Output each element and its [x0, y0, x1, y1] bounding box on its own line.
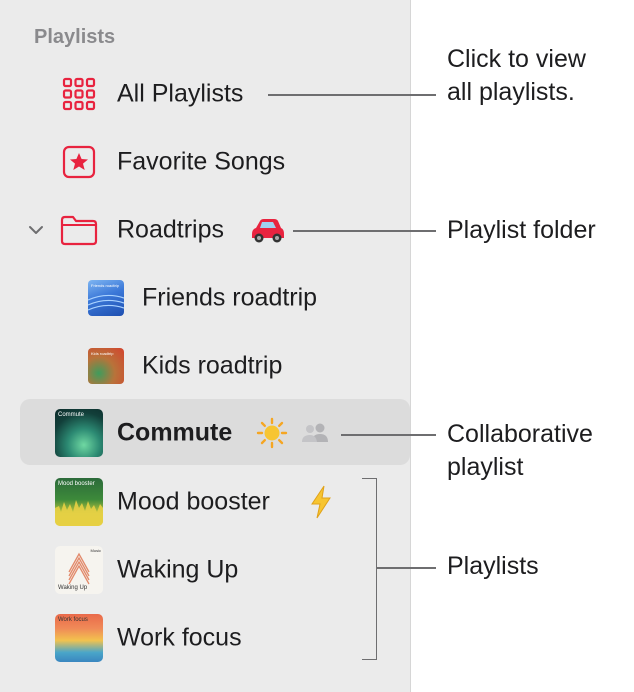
callout-leader-playlists	[377, 567, 436, 569]
artwork-title: Work focus	[58, 617, 88, 623]
callout-all-playlists: Click to view all playlists.	[447, 43, 586, 109]
playlist-artwork: Commute	[55, 409, 103, 457]
chevron-down-icon[interactable]	[27, 221, 45, 239]
callout-bracket-playlists	[362, 478, 377, 660]
playlist-artwork: Friends roadtrip	[88, 280, 124, 316]
callout-line: playlist	[447, 453, 524, 481]
section-title: Playlists	[34, 26, 116, 48]
callout-folder: Playlist folder	[447, 216, 596, 244]
artwork-title: Friends roadtrip	[91, 283, 120, 288]
sidebar-item-label: Mood booster	[117, 487, 270, 516]
sidebar-item-label: Commute	[117, 418, 233, 447]
grid-icon	[62, 77, 96, 111]
sidebar-item-label: Waking Up	[117, 555, 239, 584]
sidebar-item-label: Roadtrips	[117, 215, 224, 244]
sidebar: Playlists All Playlists Favorite Songs R…	[0, 0, 411, 692]
sidebar-item-commute[interactable]: Commute Commute	[0, 399, 411, 467]
playlist-artwork: Mood booster	[55, 478, 103, 526]
sidebar-item-mood-booster[interactable]: Mood booster Mood booster	[0, 468, 411, 536]
sidebar-item-favorite-songs[interactable]: Favorite Songs	[0, 128, 411, 196]
artwork-title: Commute	[58, 412, 85, 418]
artwork-title: Mood booster	[58, 481, 95, 487]
callout-leader-folder	[293, 230, 436, 232]
sidebar-item-work-focus[interactable]: Work focus Work focus	[0, 604, 411, 672]
sidebar-item-waking-up[interactable]: Waking Up Music Waking Up	[0, 536, 411, 604]
sidebar-item-label: All Playlists	[117, 79, 244, 108]
sun-icon	[256, 417, 288, 449]
callout-line: Click to view	[447, 45, 586, 73]
sidebar-item-label: Friends roadtrip	[142, 283, 318, 312]
sidebar-item-kids-roadtrip[interactable]: Kids roadtrip Kids roadtrip	[0, 332, 411, 400]
people-icon	[299, 422, 331, 444]
folder-icon	[59, 214, 99, 246]
callout-line: Collaborative	[447, 420, 593, 448]
artwork-title: Kids roadtrip	[91, 351, 114, 356]
playlist-artwork: Kids roadtrip	[88, 348, 124, 384]
sidebar-item-friends-roadtrip[interactable]: Friends roadtrip Friends roadtrip	[0, 264, 411, 332]
playlist-artwork: Waking Up Music	[55, 546, 103, 594]
callout-leader-collaborative	[341, 434, 436, 436]
callout-line: all playlists.	[447, 78, 575, 106]
car-icon	[248, 215, 286, 245]
sidebar-item-label: Kids roadtrip	[142, 351, 283, 380]
artwork-title: Waking Up	[58, 585, 88, 591]
playlist-artwork: Work focus	[55, 614, 103, 662]
sidebar-item-label: Work focus	[117, 623, 242, 652]
callout-playlists: Playlists	[447, 552, 539, 580]
callout-collaborative: Collaborative playlist	[447, 418, 593, 484]
sidebar-item-label: Favorite Songs	[117, 147, 286, 176]
lightning-icon	[309, 485, 333, 519]
callout-leader-all-playlists	[268, 94, 436, 96]
star-icon	[62, 145, 96, 179]
artwork-corner-label: Music	[90, 548, 101, 553]
